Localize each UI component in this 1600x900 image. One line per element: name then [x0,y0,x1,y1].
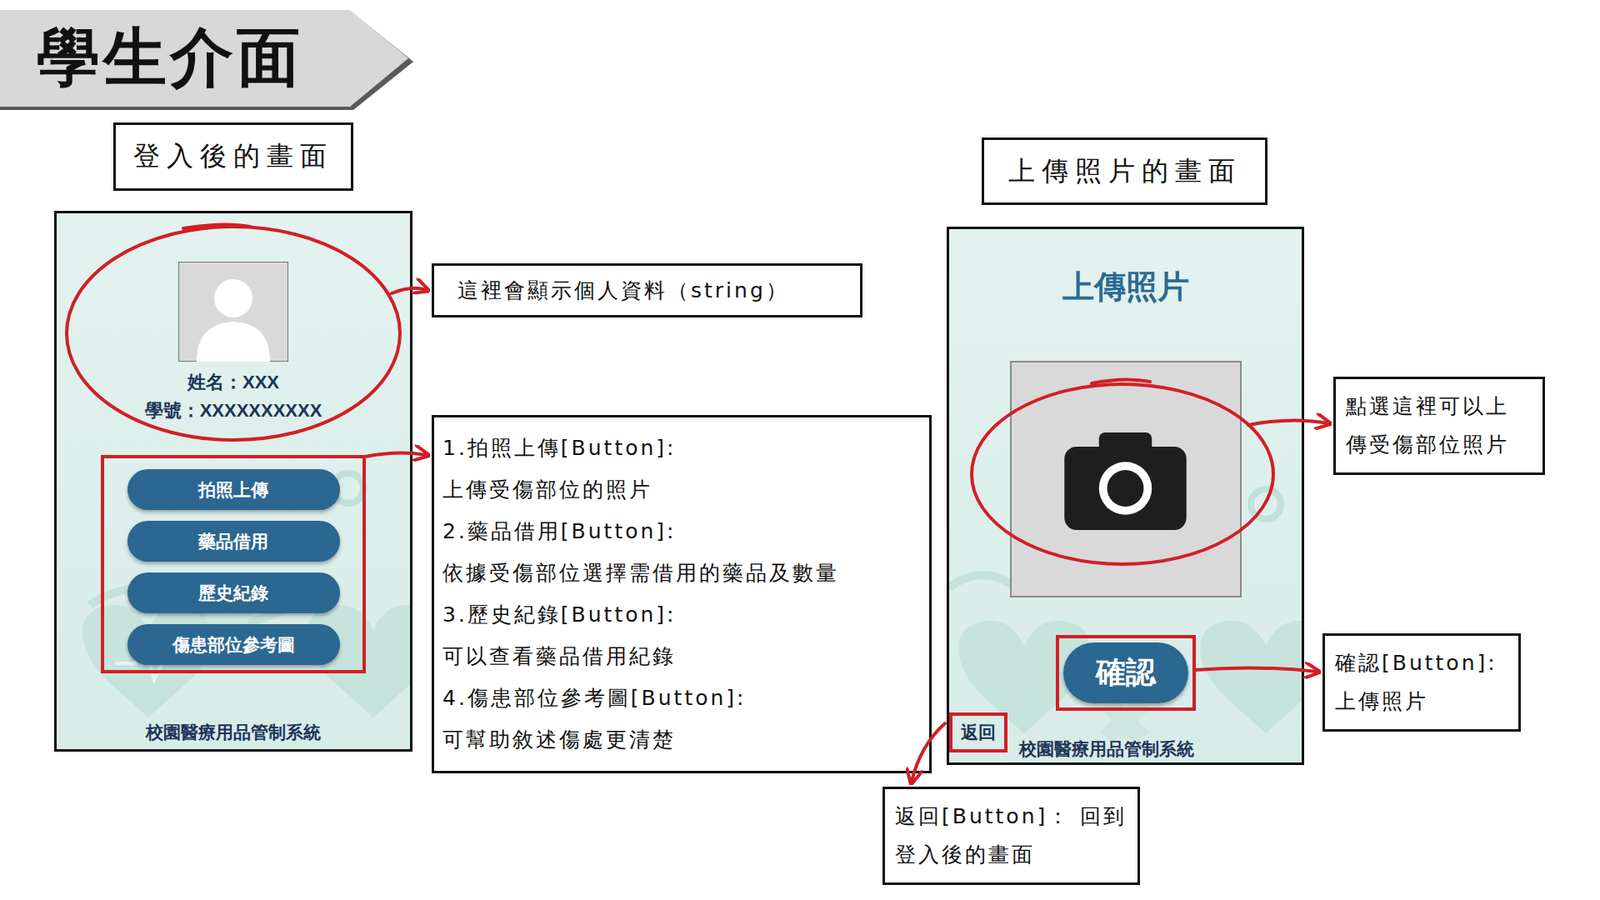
note-line: 1.拍照上傳[Button]: [442,427,921,470]
bottom-row: 返回校園醫療用品管制系統 [949,712,1302,763]
login-screen: 姓名：XXX 學號：XXXXXXXXXX 拍照上傳藥品借用歷史紀錄傷患部位參考圖校園… [54,210,413,752]
note-line: 登入後的畫面 [895,835,1128,875]
note-line: 這裡會顯示個人資料（string） [457,271,837,310]
note-line: 4.傷患部位參考圖[Button]: [442,677,921,720]
buttons-note: 1.拍照上傳[Button]:上傳受傷部位的照片2.藥品借用[Button]:依… [431,415,932,774]
profile-circle-tail [183,224,250,229]
student-id: 學號：XXXXXXXXXX [145,398,323,424]
menu-button[interactable]: 傷患部位參考圖 [127,624,340,665]
upload-screen: 上傳照片確認返回校園醫療用品管制系統 [946,226,1305,765]
note-line: 3.歷史紀錄[Button]: [442,594,921,636]
note-line: 可幫助敘述傷處更清楚 [442,719,921,761]
menu-button[interactable]: 歷史紀錄 [127,572,340,614]
menu-button[interactable]: 拍照上傳 [127,469,340,510]
login-screen-caption: 登入後的畫面 [113,122,354,191]
confirm-note: 確認[Button]:上傳照片 [1322,633,1521,732]
menu-button[interactable]: 藥品借用 [127,520,340,562]
student-name: 姓名：XXX [187,370,280,395]
profile-circle [66,226,400,440]
confirm-arrow [1194,667,1318,672]
camera-circle [971,384,1274,565]
confirm-highlight: 確認 [1055,635,1196,711]
avatar-icon [178,261,289,362]
note-line: 上傳受傷部位的照片 [442,469,921,511]
back-arrow [911,723,945,782]
note-line: 傳受傷部位照片 [1345,425,1533,465]
buttons-arrow [365,452,427,457]
menu-button-group: 拍照上傳藥品借用歷史紀錄傷患部位參考圖 [100,455,366,674]
camera-icon [1064,428,1187,530]
note-line: 返回[Button]： 回到 [895,797,1128,836]
note-line: 可以查看藥品借用紀錄 [442,635,921,678]
photo-picker[interactable] [1010,360,1242,598]
upload-screen-caption: 上傳照片的畫面 [981,137,1268,205]
upload-heading: 上傳照片 [1062,268,1190,305]
profile-note: 這裡會顯示個人資料（string） [431,263,863,318]
back-note: 返回[Button]： 回到登入後的畫面 [882,786,1140,885]
red-markup [0,0,1600,900]
profile-arrow [391,288,427,294]
camera-note: 點選這裡可以上傳受傷部位照片 [1333,376,1545,475]
note-line: 依據受傷部位選擇需借用的藥品及數量 [442,552,921,595]
back-button[interactable]: 返回 [960,720,996,745]
camera-circle-tail [1091,379,1150,384]
note-line: 確認[Button]: [1335,644,1509,683]
note-line: 點選這裡可以上 [1345,387,1533,426]
back-highlight: 返回 [949,712,1008,753]
camera-arrow [1248,420,1329,425]
system-footer: 校園醫療用品管制系統 [1019,737,1195,763]
note-line: 2.藥品借用[Button]: [442,510,921,553]
title-banner: 學生介面 [0,10,409,107]
slide-canvas: 學生介面登入後的畫面 上傳照片的畫面姓名：XXX 學號：XXXXXXXXXX 拍照上傳… [0,0,1600,900]
confirm-button[interactable]: 確認 [1063,642,1189,704]
note-line: 上傳照片 [1335,682,1509,721]
banner-title: 學生介面 [36,15,304,102]
system-footer: 校園醫療用品管制系統 [145,720,321,750]
